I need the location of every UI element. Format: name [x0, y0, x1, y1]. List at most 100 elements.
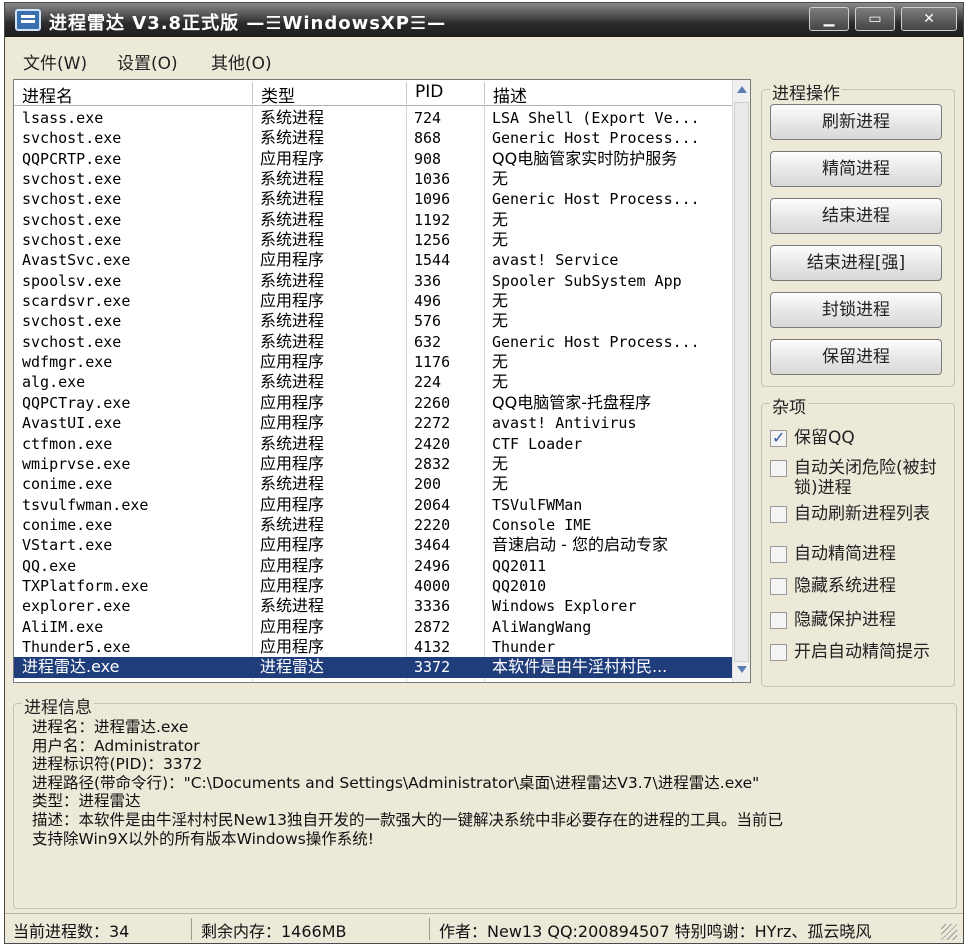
process-pid-cell: 3336 [414, 597, 451, 616]
process-row[interactable]: AvastUI.exe 应用程序 2272 avast! Antivirus [14, 413, 732, 433]
force-end-process-button[interactable]: 结束进程[强] [770, 245, 942, 281]
resize-grip-icon[interactable] [941, 924, 957, 940]
process-row[interactable]: explorer.exe 系统进程 3336 Windows Explorer [14, 596, 732, 616]
process-row[interactable]: alg.exe 系统进程 224 无 [14, 372, 732, 392]
column-header-name[interactable]: 进程名 [14, 82, 73, 107]
checkbox[interactable] [770, 506, 787, 523]
process-row[interactable]: svchost.exe 系统进程 1256 无 [14, 230, 732, 250]
process-row[interactable]: QQPCTray.exe 应用程序 2260 QQ电脑管家-托盘程序 [14, 393, 732, 413]
process-description-cell: QQ2011 [492, 556, 547, 575]
process-description-cell: Generic Host Process... [492, 129, 700, 148]
process-description-cell: LSA Shell (Export Ve... [492, 109, 700, 127]
process-row[interactable]: svchost.exe 系统进程 868 Generic Host Process..… [14, 128, 732, 148]
process-name-cell: svchost.exe [22, 210, 122, 229]
checkbox[interactable] [770, 460, 787, 477]
process-pid-cell: 2220 [414, 515, 451, 534]
process-description-cell: QQ2010 [492, 576, 547, 595]
checkbox[interactable] [770, 578, 787, 595]
process-row[interactable]: lsass.exe 系统进程 724 LSA Shell (Export Ve... [14, 108, 732, 128]
process-name-cell: scardsvr.exe [22, 292, 131, 311]
process-row[interactable]: spoolsv.exe 系统进程 336 Spooler SubSystem App [14, 271, 732, 291]
title-bar: 进程雷达 V3.8正式版 —☰WindowsXP☰— ▁ ▭ ✕ [5, 3, 963, 37]
process-type-cell: 应用程序 [260, 575, 325, 595]
process-row[interactable]: AliIM.exe 应用程序 2872 AliWangWang [14, 617, 732, 637]
process-row[interactable]: wdfmgr.exe 应用程序 1176 无 [14, 352, 732, 372]
keep-process-button[interactable]: 保留进程 [770, 339, 942, 375]
maximize-button[interactable]: ▭ [855, 7, 895, 31]
status-divider [191, 918, 192, 940]
process-row[interactable]: scardsvr.exe 应用程序 496 无 [14, 291, 732, 311]
process-row[interactable]: svchost.exe 系统进程 1036 无 [14, 169, 732, 189]
process-name-cell: QQ.exe [22, 556, 77, 575]
process-row[interactable]: svchost.exe 系统进程 1192 无 [14, 210, 732, 230]
minimize-button[interactable]: ▁ [809, 7, 849, 31]
menu-file[interactable]: 文件(W) [23, 49, 87, 74]
process-row[interactable]: svchost.exe 系统进程 632 Generic Host Process..… [14, 332, 732, 352]
process-row[interactable]: QQPCRTP.exe 应用程序 908 QQ电脑管家实时防护服务 [14, 149, 732, 169]
simplify-process-button[interactable]: 精简进程 [770, 151, 942, 187]
process-name-cell: conime.exe [22, 475, 113, 494]
process-row[interactable]: tsvulfwman.exe 应用程序 2064 TSVulFWMan [14, 495, 732, 515]
process-description-cell: 无 [492, 372, 509, 392]
process-pid-cell: 2272 [414, 414, 451, 433]
refresh-process-button[interactable]: 刷新进程 [770, 104, 942, 140]
column-header-pid[interactable]: PID [406, 82, 443, 104]
status-free-memory: 剩余内存：1466MB [201, 922, 347, 941]
process-type-cell: 系统进程 [260, 128, 325, 148]
process-pid-cell: 3372 [414, 658, 451, 677]
block-process-button[interactable]: 封锁进程 [770, 292, 942, 328]
process-row[interactable]: VStart.exe 应用程序 3464 音速启动 - 您的启动专家 [14, 535, 732, 555]
column-header-description[interactable]: 描述 [484, 82, 527, 107]
process-type-cell: 应用程序 [260, 413, 325, 433]
process-row[interactable]: 进程雷达.exe 进程雷达 3372 本软件是由牛淫村村民... [14, 657, 732, 678]
process-name-cell: svchost.exe [22, 312, 122, 331]
process-name-cell: svchost.exe [22, 170, 122, 189]
process-pid-cell: 1176 [414, 353, 451, 372]
process-info-title: 进程信息 [22, 693, 94, 718]
checkbox[interactable] [770, 428, 787, 448]
scroll-up-icon[interactable] [737, 86, 747, 93]
scroll-down-icon[interactable] [737, 666, 747, 673]
process-row[interactable]: Thunder5.exe 应用程序 4132 Thunder [14, 637, 732, 657]
process-row[interactable]: TXPlatform.exe 应用程序 4000 QQ2010 [14, 576, 732, 596]
process-info-line: 进程路径(带命令行)："C:\Documents and Settings\Ad… [32, 773, 760, 792]
process-type-cell: 应用程序 [260, 535, 325, 555]
process-name-cell: Thunder5.exe [22, 637, 131, 656]
process-row[interactable]: svchost.exe 系统进程 1096 Generic Host Process.… [14, 189, 732, 209]
process-type-cell: 系统进程 [260, 514, 325, 534]
process-name-cell: svchost.exe [22, 332, 122, 351]
menu-bar: 文件(W) 设置(O) 其他(O) [5, 43, 963, 75]
process-row[interactable]: svchost.exe 系统进程 576 无 [14, 311, 732, 331]
process-description-cell: QQ电脑管家实时防护服务 [492, 148, 678, 168]
process-pid-cell: 1256 [414, 231, 451, 250]
menu-other[interactable]: 其他(O) [211, 49, 272, 74]
process-pid-cell: 632 [414, 332, 442, 351]
process-list[interactable]: 进程名 类型 PID 描述 lsass.exe 系统进程 724 LSA Shell … [13, 79, 751, 683]
process-name-cell: ctfmon.exe [22, 434, 113, 453]
process-row[interactable]: QQ.exe 应用程序 2496 QQ2011 [14, 556, 732, 576]
process-name-cell: svchost.exe [22, 231, 122, 250]
scroll-thumb[interactable] [734, 102, 749, 662]
checkbox-label: 保留QQ [794, 428, 855, 448]
checkbox[interactable] [770, 546, 787, 563]
process-name-cell: conime.exe [22, 515, 113, 534]
process-description-cell: 本软件是由牛淫村村民... [492, 657, 668, 677]
checkbox[interactable] [770, 612, 787, 629]
process-row[interactable]: conime.exe 系统进程 2220 Console IME [14, 515, 732, 535]
vertical-scrollbar[interactable] [732, 80, 750, 682]
process-description-cell: Generic Host Process... [492, 332, 700, 351]
close-button[interactable]: ✕ [901, 7, 957, 31]
process-type-cell: 系统进程 [260, 189, 325, 209]
process-description-cell: 无 [492, 209, 509, 229]
end-process-button[interactable]: 结束进程 [770, 198, 942, 234]
process-row[interactable]: AvastSvc.exe 应用程序 1544 avast! Service [14, 250, 732, 270]
process-pid-cell: 868 [414, 129, 442, 148]
checkbox[interactable] [770, 644, 787, 661]
process-description-cell: 无 [492, 230, 509, 250]
column-header-type[interactable]: 类型 [252, 82, 295, 107]
process-type-cell: 系统进程 [260, 474, 325, 494]
process-row[interactable]: wmiprvse.exe 应用程序 2832 无 [14, 454, 732, 474]
menu-settings[interactable]: 设置(O) [117, 49, 178, 74]
process-row[interactable]: ctfmon.exe 系统进程 2420 CTF Loader [14, 434, 732, 454]
process-row[interactable]: conime.exe 系统进程 200 无 [14, 474, 732, 494]
